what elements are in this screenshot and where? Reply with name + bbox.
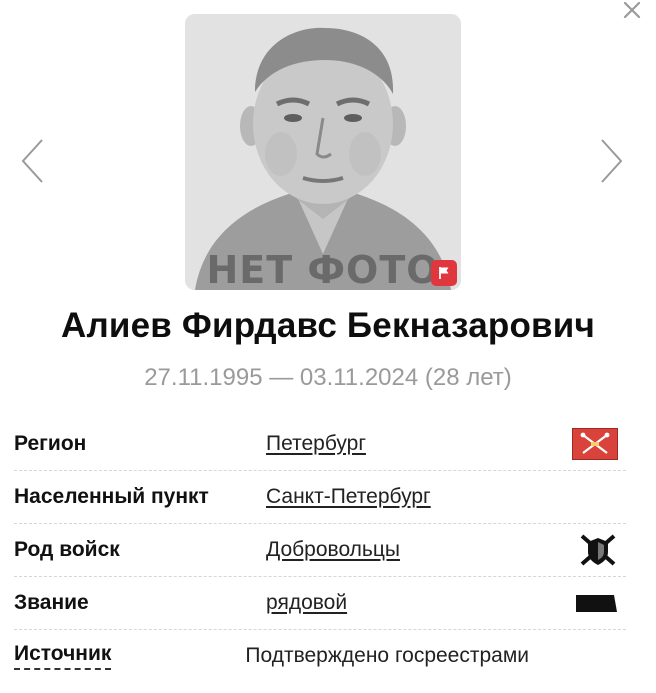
details-row-region: Регион Петербург [14, 418, 626, 471]
details-row-source: Источник Подтверждено госреестрами [14, 630, 626, 682]
region-flag-icon [572, 428, 618, 460]
rank-insignia-icon [576, 595, 617, 612]
source-label[interactable]: Источник [14, 642, 112, 670]
volunteers-emblem-icon [580, 534, 616, 566]
details-row-rank: Звание рядовой [14, 577, 626, 630]
details-row-settlement: Населенный пункт Санкт-Петербург [14, 471, 626, 524]
flag-icon [439, 267, 449, 279]
next-button[interactable] [596, 136, 626, 186]
person-name: Алиев Фирдавс Бекназарович [60, 306, 596, 345]
details-label: Род войск [14, 538, 120, 561]
details-label: Звание [14, 591, 89, 614]
previous-button[interactable] [18, 136, 48, 186]
person-photo: НЕТ ФОТО [185, 14, 461, 290]
lifespan-dates: 27.11.1995 — 03.11.2024 (28 лет) [144, 364, 512, 391]
source-value: Подтверждено госреестрами [245, 644, 530, 667]
details-table: Регион Петербург Населенный пункт Санкт-… [14, 418, 626, 682]
close-icon [623, 1, 641, 19]
branch-link[interactable]: Добровольцы [266, 538, 400, 562]
close-button[interactable] [618, 0, 646, 24]
details-row-branch: Род войск Добровольцы [14, 524, 626, 577]
chevron-right-icon [601, 139, 623, 183]
report-button[interactable] [431, 260, 457, 286]
details-label: Регион [14, 432, 87, 455]
rank-link[interactable]: рядовой [266, 591, 347, 615]
no-photo-label: НЕТ ФОТО [206, 248, 440, 290]
region-link[interactable]: Петербург [266, 432, 366, 456]
settlement-link[interactable]: Санкт-Петербург [266, 485, 431, 509]
details-label: Населенный пункт [14, 485, 209, 508]
chevron-left-icon [21, 139, 43, 183]
